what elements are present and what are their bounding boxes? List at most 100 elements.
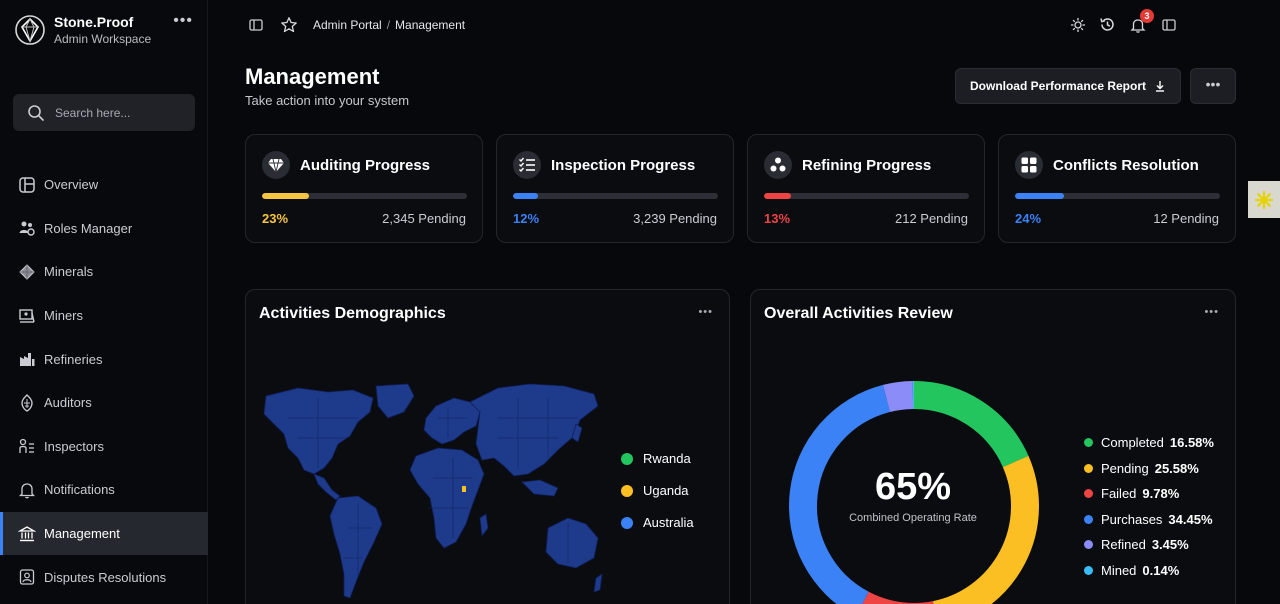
download-report-label: Download Performance Report bbox=[969, 79, 1147, 93]
sidebar-item-auditors[interactable]: Auditors bbox=[0, 381, 208, 425]
sidebar-item-notifications[interactable]: Notifications bbox=[0, 468, 208, 512]
legend-label: Purchases bbox=[1101, 512, 1163, 527]
map-madagascar bbox=[479, 513, 489, 538]
sidebar-item-label: Overview bbox=[44, 177, 99, 193]
donut-center-value: 65% bbox=[874, 466, 952, 508]
legend-refined[interactable]: Refined 3.45% bbox=[1084, 537, 1189, 552]
sparkle-icon bbox=[1254, 190, 1274, 209]
sidebar-item-management[interactable]: Management bbox=[0, 511, 208, 556]
legend-rwanda[interactable]: Rwanda bbox=[621, 451, 691, 466]
sidebar-item-refineries[interactable]: Refineries bbox=[0, 337, 208, 381]
sidebar-item-label: Disputes Resolutions bbox=[44, 569, 167, 585]
sidebar-item-miners[interactable]: Miners bbox=[0, 294, 208, 338]
progress-track bbox=[1015, 193, 1220, 199]
card-icon-wrap bbox=[764, 151, 792, 179]
progress-fill bbox=[262, 193, 310, 199]
sun-icon[interactable] bbox=[1070, 17, 1086, 33]
sidebar-item-label: Auditors bbox=[44, 395, 92, 411]
legend-uganda[interactable]: Uganda bbox=[621, 483, 689, 498]
sidebar-nav: Overview Roles Manager Minerals Miners R… bbox=[0, 163, 208, 599]
top-bar: Admin Portal / Management 3 bbox=[208, 0, 1280, 50]
history-icon[interactable] bbox=[1099, 16, 1116, 33]
page-subtitle: Take action into your system bbox=[245, 93, 410, 108]
sidebar-item-inspectors[interactable]: Inspectors bbox=[0, 425, 208, 469]
pending-count: 2,345 Pending bbox=[382, 211, 466, 226]
progress-track bbox=[513, 193, 718, 199]
map-southeast-asia bbox=[521, 479, 559, 497]
card-title: Auditing Progress bbox=[300, 157, 431, 174]
legend-completed[interactable]: Completed 16.58% bbox=[1084, 435, 1214, 450]
card-title: Refining Progress bbox=[802, 157, 932, 174]
sidebar-item-disputes-resolutions[interactable]: Disputes Resolutions bbox=[0, 555, 208, 599]
workspace-more-icon[interactable]: ••• bbox=[173, 12, 193, 30]
bank-icon bbox=[18, 525, 36, 541]
sidebar-item-minerals[interactable]: Minerals bbox=[0, 250, 208, 294]
sidebar-toggle-icon[interactable] bbox=[248, 17, 264, 33]
progress-track bbox=[764, 193, 969, 199]
legend-dot bbox=[1084, 566, 1093, 575]
sidebar-item-label: Notifications bbox=[44, 482, 115, 498]
card-icon-wrap bbox=[262, 151, 290, 179]
legend-failed[interactable]: Failed 9.78% bbox=[1084, 486, 1179, 501]
legend-purchases[interactable]: Purchases 34.45% bbox=[1084, 512, 1213, 527]
molecule-icon bbox=[770, 157, 786, 172]
legend-dot bbox=[1084, 438, 1093, 447]
legend-label: Mined bbox=[1101, 563, 1137, 578]
sidebar-item-label: Inspectors bbox=[44, 438, 104, 454]
grid-icon bbox=[1021, 157, 1037, 173]
donut-segment-refined[interactable] bbox=[882, 381, 914, 413]
floating-widget[interactable] bbox=[1248, 181, 1280, 218]
legend-value: 0.14% bbox=[1142, 563, 1180, 578]
legend-label: Pending bbox=[1101, 461, 1149, 476]
card-conflicts-resolution[interactable]: Conflicts Resolution 24% 12 Pending bbox=[998, 134, 1236, 243]
search-icon bbox=[28, 104, 44, 121]
progress-track bbox=[262, 193, 467, 199]
factory-icon bbox=[20, 353, 35, 367]
page-title: Management bbox=[245, 64, 380, 89]
legend-label: Australia bbox=[643, 515, 694, 530]
legend-dot bbox=[1084, 540, 1093, 549]
pending-count: 3,239 Pending bbox=[633, 211, 717, 226]
card-title: Conflicts Resolution bbox=[1053, 157, 1199, 174]
legend-label: Failed bbox=[1101, 486, 1137, 501]
miner-icon bbox=[19, 308, 35, 323]
legend-label: Rwanda bbox=[643, 451, 691, 466]
donut-segment-completed[interactable] bbox=[913, 381, 1029, 468]
breadcrumb-root[interactable]: Admin Portal bbox=[313, 18, 382, 32]
sidebar-item-label: Refineries bbox=[44, 351, 103, 367]
legend-dot bbox=[621, 452, 633, 465]
legend-dot bbox=[1084, 515, 1093, 524]
search-box[interactable] bbox=[13, 94, 195, 131]
download-icon bbox=[1156, 81, 1165, 92]
star-icon[interactable] bbox=[280, 16, 298, 34]
legend-pending[interactable]: Pending 25.58% bbox=[1084, 461, 1199, 476]
sidebar-item-overview[interactable]: Overview bbox=[0, 163, 208, 207]
auditor-icon bbox=[21, 393, 33, 412]
card-inspection-progress[interactable]: Inspection Progress 12% 3,239 Pending bbox=[496, 134, 734, 243]
sidebar-item-roles-manager[interactable]: Roles Manager bbox=[0, 207, 208, 251]
panel-more-icon[interactable]: ••• bbox=[1204, 306, 1219, 318]
legend-dot bbox=[1084, 489, 1093, 498]
card-icon-wrap bbox=[1015, 151, 1043, 179]
legend-value: 3.45% bbox=[1151, 537, 1189, 552]
breadcrumb-current: Management bbox=[395, 18, 466, 32]
sidebar-item-label: Management bbox=[44, 526, 120, 542]
roles-icon bbox=[19, 221, 35, 237]
legend-mined[interactable]: Mined 0.14% bbox=[1084, 563, 1179, 578]
map-central-america bbox=[313, 473, 341, 501]
download-report-button[interactable]: Download Performance Report bbox=[955, 68, 1181, 104]
legend-australia[interactable]: Australia bbox=[621, 515, 694, 530]
search-input[interactable] bbox=[55, 105, 185, 120]
world-map[interactable] bbox=[258, 378, 603, 604]
card-auditing-progress[interactable]: Auditing Progress 23% 2,345 Pending bbox=[245, 134, 483, 243]
legend-label: Completed bbox=[1101, 435, 1164, 450]
panel-toggle-icon[interactable] bbox=[1161, 17, 1177, 33]
brand-subtitle: Admin Workspace bbox=[54, 31, 152, 46]
map-africa bbox=[409, 447, 485, 549]
map-australia bbox=[545, 517, 599, 569]
legend-label: Uganda bbox=[643, 483, 689, 498]
card-refining-progress[interactable]: Refining Progress 13% 212 Pending bbox=[747, 134, 985, 243]
panel-more-icon[interactable]: ••• bbox=[698, 306, 713, 318]
sidebar-item-label: Roles Manager bbox=[44, 220, 133, 236]
more-actions-button[interactable]: ••• bbox=[1190, 68, 1236, 104]
